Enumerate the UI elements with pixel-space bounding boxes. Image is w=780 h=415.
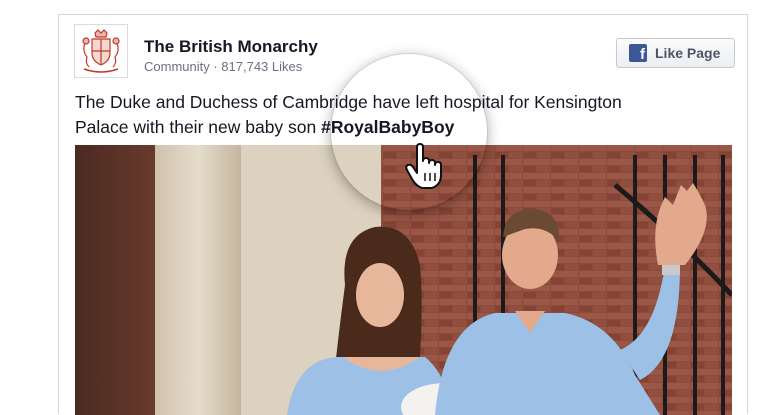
hashtag-link[interactable]: #RoyalBabyBoy [321,117,454,137]
page-meta: Community · 817,743 Likes [144,59,303,74]
page-name-link[interactable]: The British Monarchy [144,37,318,57]
like-page-button[interactable]: f Like Page [616,38,735,68]
like-page-label: Like Page [655,45,721,61]
facebook-post-card: The British Monarchy Community · 817,743… [58,14,748,415]
hand-pointer-icon [405,143,442,189]
post-text: The Duke and Duchess of Cambridge have l… [75,90,675,140]
facebook-icon: f [629,44,647,62]
page-logo[interactable] [74,24,128,78]
royal-coat-of-arms-icon [82,29,120,73]
